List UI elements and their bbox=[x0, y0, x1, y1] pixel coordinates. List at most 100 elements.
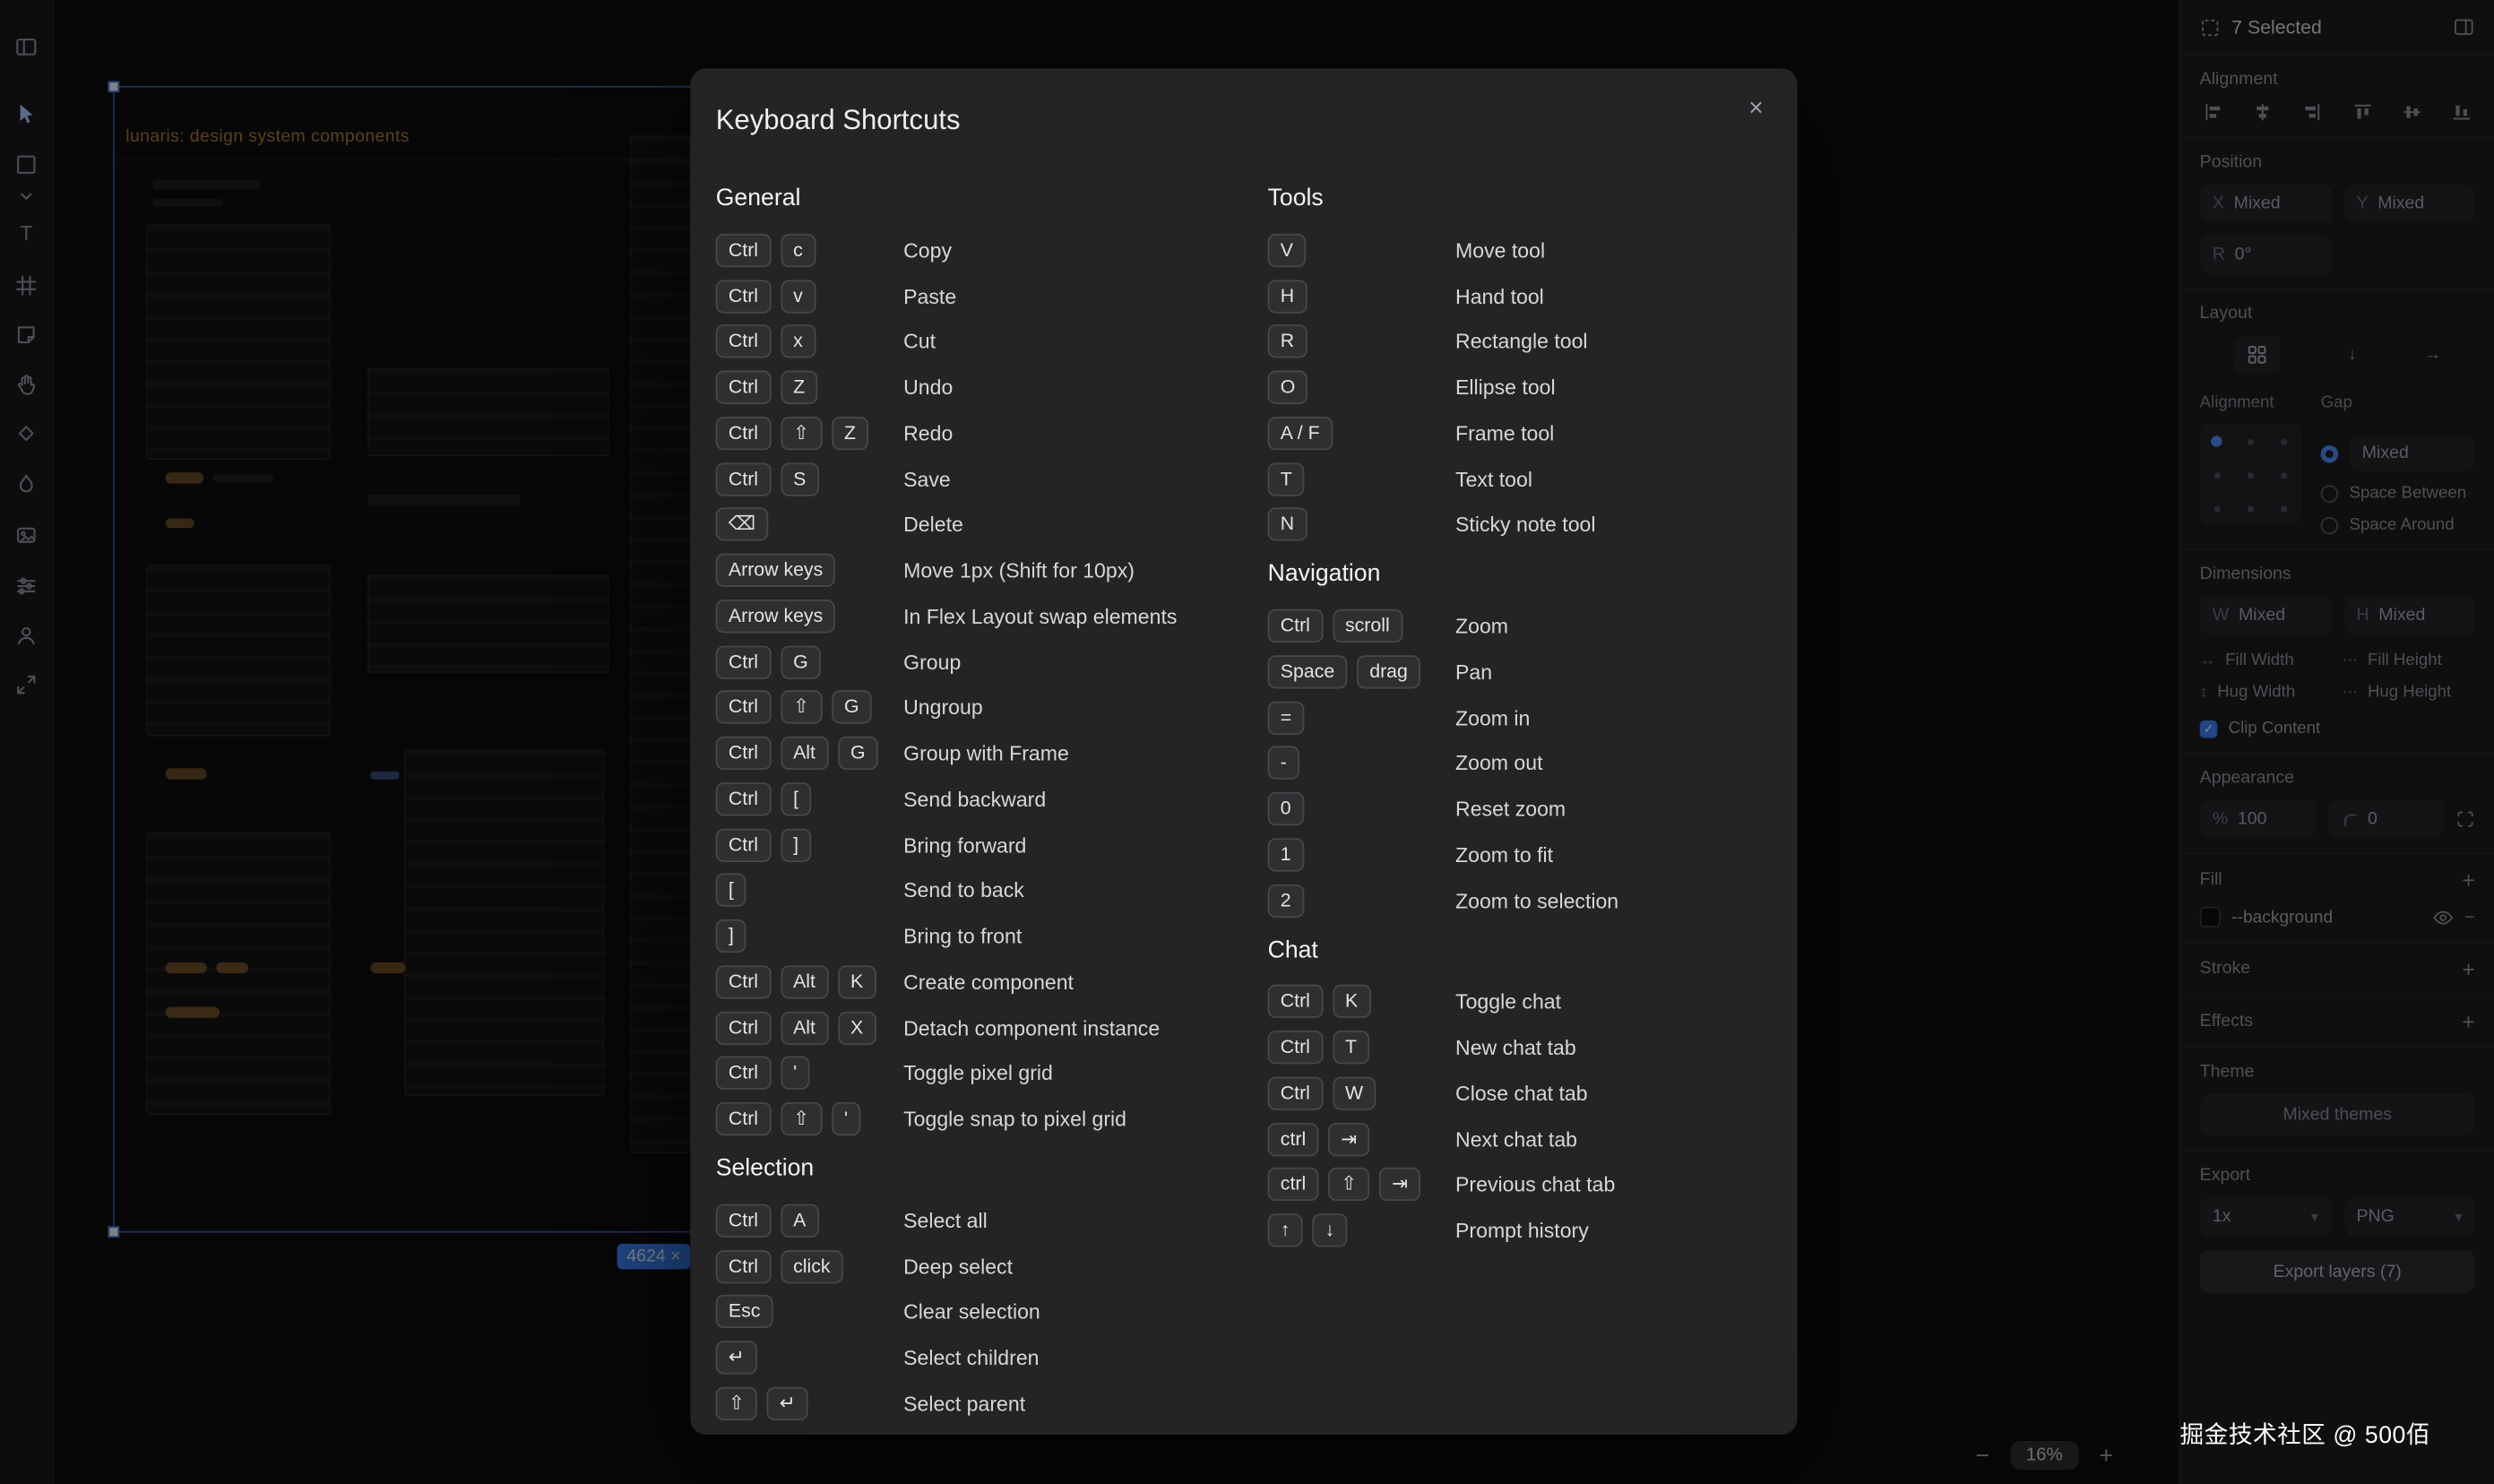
shortcut-row: Ctrl⇧ZRedo bbox=[716, 410, 1268, 456]
shortcut-row: Ctrl[Send backward bbox=[716, 776, 1268, 822]
shortcut-row: Ctrl Alt K Create component bbox=[716, 959, 1268, 1005]
key-badge: Ctrl bbox=[716, 1204, 772, 1237]
shortcuts-column-right: ToolsVMove toolHHand toolRRectangle tool… bbox=[1268, 183, 1773, 1435]
shortcut-row: ]Bring to front bbox=[716, 913, 1268, 959]
key-badge: ⇥ bbox=[1328, 1122, 1369, 1155]
shortcut-row: Ctrl G Group bbox=[716, 639, 1268, 685]
shortcut-row: ctrl⇧⇥Previous chat tab bbox=[1268, 1162, 1773, 1208]
key-badge: Ctrl bbox=[716, 462, 772, 496]
key-badge: Ctrl bbox=[716, 1011, 772, 1044]
key-badge: Ctrl bbox=[716, 325, 772, 358]
key-badge: X bbox=[838, 1011, 876, 1044]
key-badge: ] bbox=[781, 828, 811, 861]
shortcut-row: ↑↓Prompt history bbox=[1268, 1208, 1773, 1254]
close-icon[interactable]: × bbox=[1739, 92, 1773, 127]
key-badge: Alt bbox=[781, 965, 828, 998]
shortcut-description: Pan bbox=[1455, 660, 1492, 684]
key-badge: Arrow keys bbox=[716, 554, 836, 587]
key-badge: G bbox=[781, 645, 821, 678]
shortcut-description: Cut bbox=[903, 330, 936, 354]
shortcut-description: Ungroup bbox=[903, 695, 983, 720]
shortcut-row: Ctrl scroll Zoom bbox=[1268, 603, 1773, 649]
shortcut-description: Hand tool bbox=[1455, 284, 1544, 308]
shortcut-description: Frame tool bbox=[1455, 421, 1554, 445]
shortcut-description: Move 1px (Shift for 10px) bbox=[903, 558, 1135, 582]
key-badge: ⇧ bbox=[781, 1102, 822, 1135]
shortcut-row: CtrlAltGGroup with Frame bbox=[716, 730, 1268, 776]
key-badge: ⌫ bbox=[716, 508, 769, 541]
key-badge: Ctrl bbox=[716, 280, 772, 313]
key-badge: c bbox=[781, 234, 816, 267]
shortcut-description: Redo bbox=[903, 421, 953, 445]
key-badge: A bbox=[781, 1204, 819, 1237]
shortcut-row: Arrow keys Move 1px (Shift for 10px) bbox=[716, 548, 1268, 593]
key-badge: Ctrl bbox=[716, 691, 772, 724]
shortcut-row: [ Send to back bbox=[716, 867, 1268, 913]
key-badge: [ bbox=[716, 874, 746, 907]
shortcut-row: CtrlvPaste bbox=[716, 273, 1268, 319]
key-badge: click bbox=[781, 1249, 843, 1282]
shortcut-description: Sticky note tool bbox=[1455, 513, 1595, 537]
shortcut-description: Send to back bbox=[903, 878, 1024, 902]
key-badge: ] bbox=[716, 919, 746, 953]
key-badge: Ctrl bbox=[1268, 609, 1324, 643]
shortcut-row: OEllipse tool bbox=[1268, 365, 1773, 410]
shortcut-description: Group bbox=[903, 650, 961, 674]
key-badge: K bbox=[838, 965, 876, 998]
key-badge: ⇥ bbox=[1379, 1168, 1420, 1201]
shortcut-description: New chat tab bbox=[1455, 1036, 1576, 1060]
section-heading: Tools bbox=[1268, 183, 1773, 214]
key-badge: Ctrl bbox=[1268, 985, 1324, 1018]
key-badge: scroll bbox=[1333, 609, 1402, 643]
shortcut-description: Zoom to fit bbox=[1455, 842, 1553, 867]
shortcut-row: Ctrl ' Toggle pixel grid bbox=[716, 1050, 1268, 1096]
key-badge: ↓ bbox=[1312, 1213, 1347, 1247]
shortcut-row: CtrlclickDeep select bbox=[716, 1244, 1268, 1290]
shortcut-description: Detach component instance bbox=[903, 1015, 1160, 1040]
key-badge: Space bbox=[1268, 655, 1348, 688]
key-badge: v bbox=[781, 280, 816, 313]
key-badge: ↵ bbox=[767, 1386, 808, 1419]
key-badge: Ctrl bbox=[716, 737, 772, 770]
key-badge: Arrow keys bbox=[716, 600, 836, 633]
key-badge: ' bbox=[832, 1102, 860, 1135]
shortcut-row: Ctrl]Bring forward bbox=[716, 822, 1268, 867]
shortcut-description: Rectangle tool bbox=[1455, 330, 1588, 354]
key-badge: ⇧ bbox=[781, 691, 822, 724]
key-badge: ' bbox=[781, 1057, 809, 1090]
key-badge: T bbox=[1333, 1031, 1369, 1064]
shortcut-row: A / FFrame tool bbox=[1268, 410, 1773, 456]
key-badge: V bbox=[1268, 234, 1307, 267]
shortcut-description: Toggle snap to pixel grid bbox=[903, 1108, 1126, 1132]
key-badge: Ctrl bbox=[716, 1057, 772, 1090]
key-badge: S bbox=[781, 462, 819, 496]
shortcut-description: Create component bbox=[903, 970, 1074, 994]
shortcut-row: NSticky note tool bbox=[1268, 502, 1773, 548]
key-badge: Ctrl bbox=[716, 645, 772, 678]
keyboard-shortcuts-modal: Keyboard Shortcuts × GeneralCtrlcCopyCtr… bbox=[690, 68, 1797, 1435]
key-badge: 0 bbox=[1268, 792, 1304, 825]
shortcut-description: Toggle pixel grid bbox=[903, 1062, 1053, 1086]
shortcut-row: Esc Clear selection bbox=[716, 1290, 1268, 1335]
section-heading: Selection bbox=[716, 1153, 1268, 1185]
key-badge: = bbox=[1268, 701, 1305, 734]
shortcut-row: ↵Select children bbox=[716, 1335, 1268, 1381]
shortcut-description: Close chat tab bbox=[1455, 1082, 1588, 1106]
key-badge: Ctrl bbox=[716, 1249, 772, 1282]
key-badge: Ctrl bbox=[716, 965, 772, 998]
shortcut-description: Text tool bbox=[1455, 467, 1532, 491]
shortcut-description: Reset zoom bbox=[1455, 797, 1566, 821]
section-heading: General bbox=[716, 183, 1268, 214]
shortcut-description: Save bbox=[903, 467, 951, 491]
key-badge: ⇧ bbox=[781, 417, 822, 450]
shortcut-row: 2Zoom to selection bbox=[1268, 877, 1773, 923]
shortcut-description: Zoom bbox=[1455, 614, 1508, 638]
shortcut-row: Ctrl⇧'Toggle snap to pixel grid bbox=[716, 1096, 1268, 1142]
key-badge: Ctrl bbox=[716, 417, 772, 450]
shortcut-description: Clear selection bbox=[903, 1300, 1040, 1324]
shortcut-description: Group with Frame bbox=[903, 741, 1069, 765]
key-badge: 2 bbox=[1268, 884, 1304, 917]
key-badge: x bbox=[781, 325, 816, 358]
key-badge: Esc bbox=[716, 1295, 773, 1328]
shortcut-row: ⇧↵Select parent bbox=[716, 1381, 1268, 1427]
